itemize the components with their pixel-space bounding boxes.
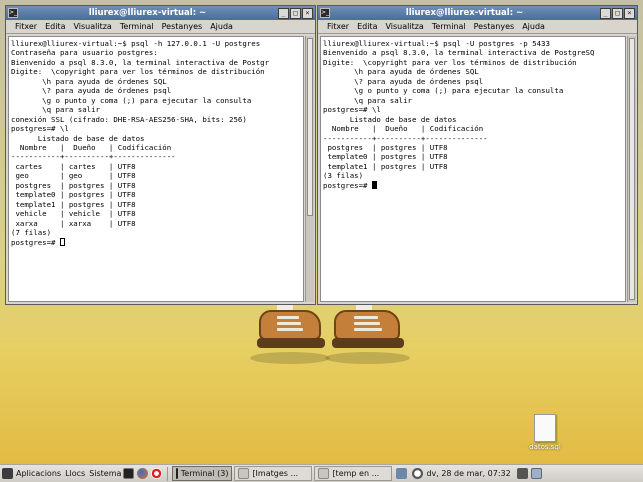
window-icon: [318, 468, 330, 479]
menu-terminal[interactable]: Terminal: [120, 22, 154, 31]
show-desktop-icon[interactable]: [530, 468, 542, 479]
terminal-line: \? para ayuda de órdenes psql: [11, 86, 172, 96]
terminal-line: vehicle | vehicle | UTF8: [11, 209, 136, 219]
panel-clock[interactable]: dv, 28 de mar, 07:32: [410, 466, 512, 481]
places-menu[interactable]: Llocs: [63, 466, 87, 481]
window-titlebar[interactable]: >_ lliurex@lliurex-virtual: ~ _ □ ×: [6, 6, 315, 20]
terminal-line: xarxa | xarxa | UTF8: [11, 218, 136, 228]
terminal-icon: [176, 468, 178, 479]
text-cursor: [59, 237, 65, 246]
system-menu[interactable]: Sistema: [87, 466, 123, 481]
menubar: Fitxer Edita Visualitza Terminal Pestany…: [318, 20, 637, 34]
terminal-line: template0 | postgres | UTF8: [11, 190, 136, 200]
menu-ajuda[interactable]: Ajuda: [522, 22, 545, 31]
window-icon: [238, 468, 250, 479]
desktop-file-label: datos.sql: [529, 443, 561, 451]
task-images[interactable]: [Imatges ...: [234, 466, 313, 481]
menu-visualitza[interactable]: Visualitza: [73, 22, 111, 31]
terminal-line: template1 | postgres | UTF8: [11, 199, 136, 209]
menu-ajuda[interactable]: Ajuda: [210, 22, 233, 31]
terminal-line: Listado de base de datos: [323, 114, 457, 124]
terminal-line: \q para salir: [11, 105, 100, 115]
terminal-prompt-line: postgres=#: [323, 180, 625, 190]
document-icon: [534, 414, 556, 442]
terminal-line: template0 | postgres | UTF8: [323, 152, 448, 162]
terminal-line: \h para ayuda de órdenes SQL: [11, 76, 167, 86]
terminal-line: Listado de base de datos: [11, 133, 145, 143]
terminal-line: \g o punto y coma (;) para ejecutar la c…: [11, 95, 252, 105]
terminal-line: -----------+----------+--------------: [11, 152, 176, 162]
terminal-line: \q para salir: [323, 95, 412, 105]
terminal-line: \h para ayuda de órdenes SQL: [323, 67, 479, 77]
menu-fitxer[interactable]: Fitxer: [15, 22, 37, 31]
terminal-output[interactable]: lliurex@lliurex-virtual:~$ psql -h 127.0…: [8, 36, 304, 302]
menu-edita[interactable]: Edita: [357, 22, 377, 31]
terminal-output[interactable]: lliurex@lliurex-virtual:~$ psql -U postg…: [320, 36, 626, 302]
menu-terminal[interactable]: Terminal: [432, 22, 466, 31]
terminal-line: lliurex@lliurex-virtual:~$ psql -h 127.0…: [11, 39, 261, 48]
terminal-line: Digite: \copyright para ver los términos…: [323, 57, 577, 67]
scrollbar[interactable]: [305, 36, 314, 302]
terminal-line: Contraseña para usuario postgres:: [11, 48, 158, 58]
terminal-app-icon[interactable]: >_: [8, 8, 18, 18]
panel-separator: [167, 466, 169, 481]
bottom-panel: Aplicacions Llocs Sistema Terminal (3) […: [0, 464, 643, 482]
scrollbar-thumb[interactable]: [629, 38, 635, 300]
terminal-window-right[interactable]: >_ lliurex@lliurex-virtual: ~ _ □ × Fitx…: [317, 5, 638, 305]
terminal-line: Bienvenido a psql 8.3.0, la terminal int…: [11, 57, 270, 67]
terminal-line: cartes | cartes | UTF8: [11, 161, 136, 171]
menu-foot-icon: [2, 468, 13, 479]
terminal-line: postgres | postgres | UTF8: [323, 142, 448, 152]
terminal-line: Nombre | Dueño | Codificación: [11, 142, 172, 152]
desktop-file-icon[interactable]: datos.sql: [527, 414, 563, 451]
clock-icon: [412, 468, 424, 479]
terminal-line: Bienvenido a psql 8.3.0, la terminal int…: [323, 48, 595, 58]
terminal-window-left[interactable]: >_ lliurex@lliurex-virtual: ~ _ □ × Fitx…: [5, 5, 316, 305]
terminal-line: Digite: \copyright para ver los términos…: [11, 67, 265, 77]
close-button[interactable]: ×: [302, 7, 313, 19]
menu-pestanyes[interactable]: Pestanyes: [162, 22, 203, 31]
terminal-line: postgres | postgres | UTF8: [11, 180, 136, 190]
terminal-line: template1 | postgres | UTF8: [323, 161, 448, 171]
terminal-line: lliurex@lliurex-virtual:~$ psql -U postg…: [323, 39, 550, 48]
applications-label: Aplicacions: [16, 469, 62, 478]
menu-pestanyes[interactable]: Pestanyes: [474, 22, 515, 31]
terminal-line: geo | geo | UTF8: [11, 171, 136, 181]
help-launcher-icon[interactable]: [151, 468, 163, 479]
terminal-line: \g o punto y coma (;) para ejecutar la c…: [323, 86, 564, 96]
minimize-button[interactable]: _: [600, 7, 611, 19]
terminal-line: -----------+----------+--------------: [323, 133, 488, 143]
window-title: lliurex@lliurex-virtual: ~: [405, 8, 524, 18]
firefox-launcher-icon[interactable]: [137, 468, 149, 479]
scrollbar-thumb[interactable]: [307, 38, 313, 216]
terminal-line: Nombre | Dueño | Codificación: [323, 124, 484, 134]
applications-menu[interactable]: Aplicacions: [0, 466, 63, 481]
maximize-button[interactable]: □: [612, 7, 623, 19]
text-cursor: [371, 180, 377, 189]
terminal-app-icon[interactable]: >_: [320, 8, 330, 18]
scrollbar[interactable]: [627, 36, 636, 302]
close-button[interactable]: ×: [624, 7, 635, 19]
terminal-line: \? para ayuda de órdenes psql: [323, 76, 484, 86]
menu-visualitza[interactable]: Visualitza: [385, 22, 423, 31]
task-temp[interactable]: [temp en ...: [314, 466, 393, 481]
window-titlebar[interactable]: >_ lliurex@lliurex-virtual: ~ _ □ ×: [318, 6, 637, 20]
maximize-button[interactable]: □: [290, 7, 301, 19]
terminal-line: conexión SSL (cifrado: DHE-RSA-AES256-SH…: [11, 114, 247, 124]
terminal-launcher-icon[interactable]: [123, 468, 135, 479]
terminal-prompt-line: postgres=#: [11, 237, 303, 247]
terminal-line: postgres=# \l: [11, 124, 69, 134]
menu-fitxer[interactable]: Fitxer: [327, 22, 349, 31]
volume-icon[interactable]: [516, 468, 528, 479]
minimize-button[interactable]: _: [278, 7, 289, 19]
terminal-line: (3 filas): [323, 171, 364, 181]
network-icon[interactable]: [396, 468, 408, 479]
terminal-line: (7 filas): [11, 228, 52, 238]
task-terminal[interactable]: Terminal (3): [172, 466, 233, 481]
menu-edita[interactable]: Edita: [45, 22, 65, 31]
terminal-line: postgres=# \l: [323, 105, 381, 115]
window-title: lliurex@lliurex-virtual: ~: [88, 8, 207, 18]
menubar: Fitxer Edita Visualitza Terminal Pestany…: [6, 20, 315, 34]
